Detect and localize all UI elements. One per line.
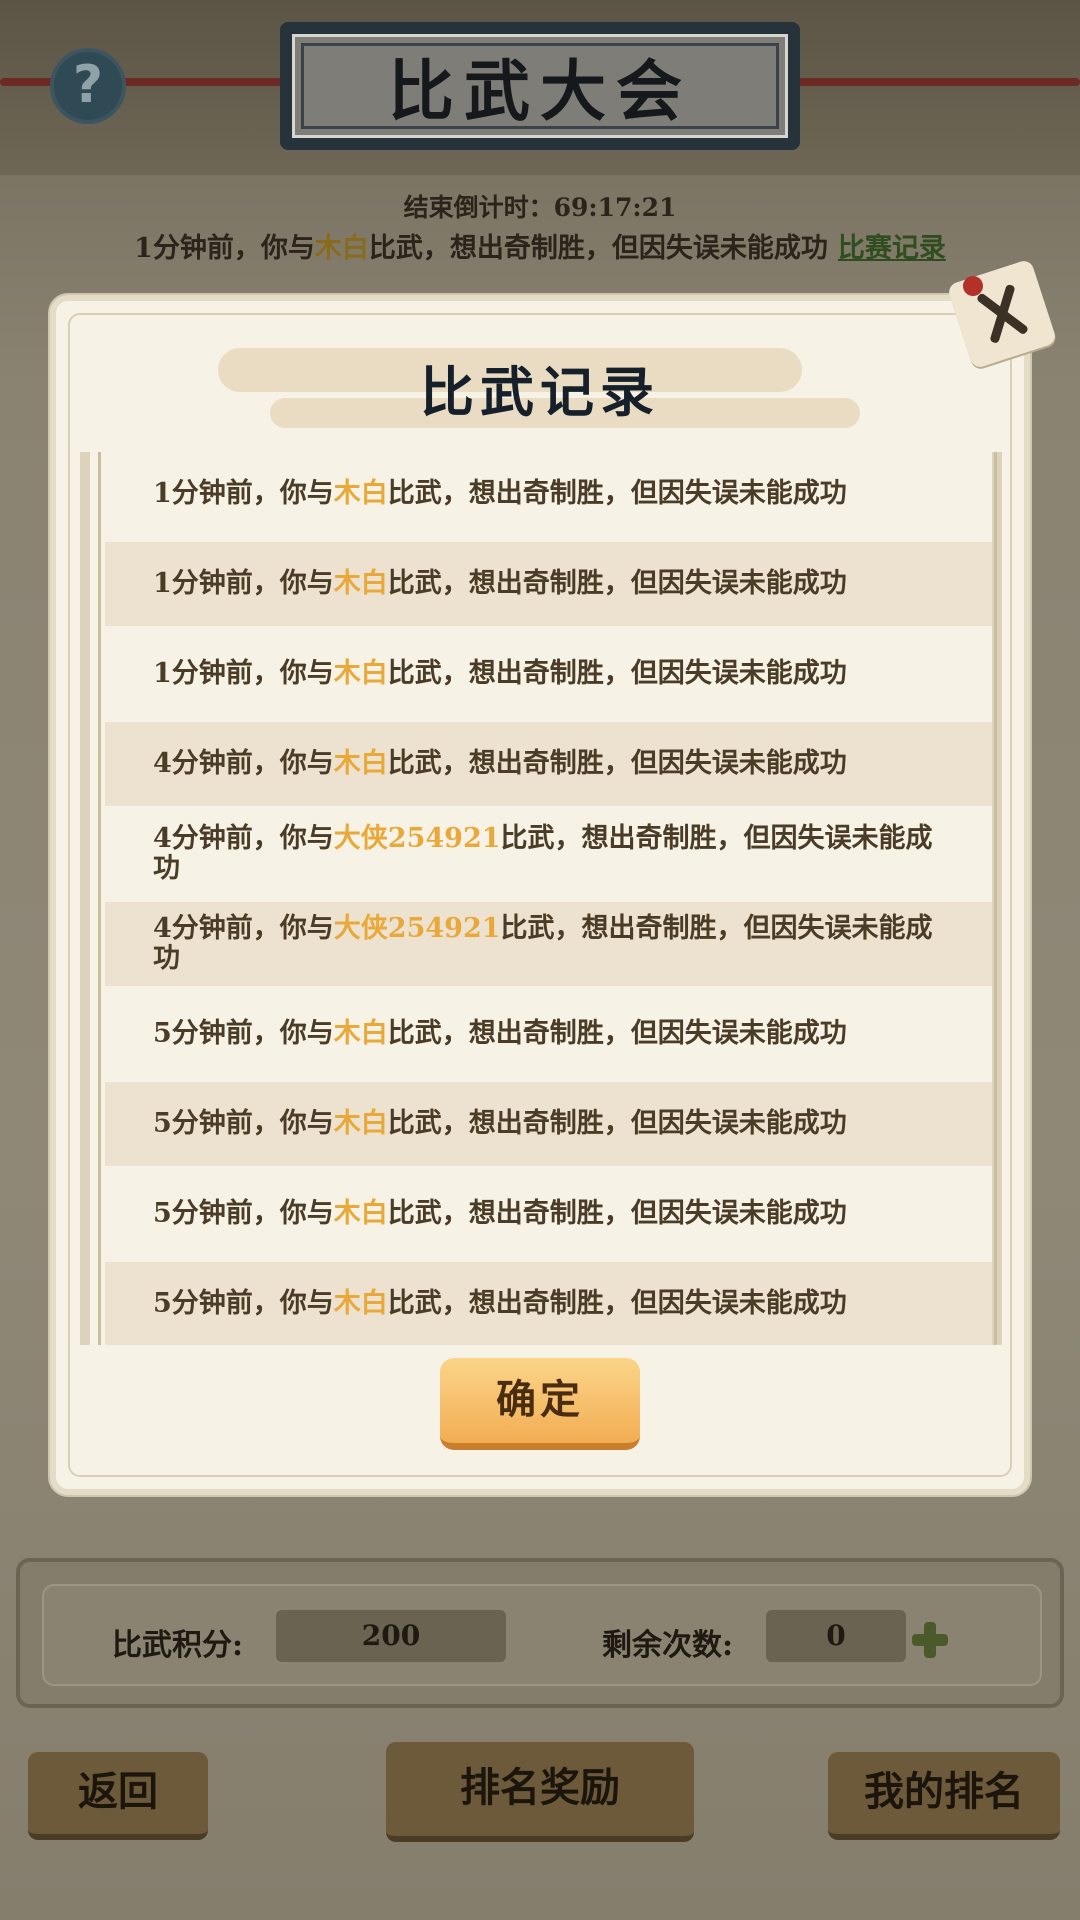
my-rank-button[interactable]: 我的排名 (828, 1752, 1060, 1840)
record-opponent-name: 大侠254921 (333, 913, 501, 944)
list-border-right (994, 452, 997, 1345)
record-time-prefix: 1分钟前，你与 (153, 568, 334, 599)
points-value: 200 (276, 1610, 506, 1662)
record-time-prefix: 4分钟前，你与 (153, 913, 334, 944)
match-record-link[interactable]: 比赛记录 (838, 233, 946, 264)
points-label: 比武积分: (112, 1628, 244, 1663)
record-outcome: 比武，想出奇制胜，但因失误未能成功 (387, 1108, 847, 1139)
record-row: 1分钟前，你与木白比武，想出奇制胜，但因失误未能成功 (105, 452, 992, 536)
record-row: 4分钟前，你与大侠254921比武，想出奇制胜，但因失误未能成功 (105, 812, 992, 896)
record-outcome: 比武，想出奇制胜，但因失误未能成功 (387, 1018, 847, 1049)
record-opponent-name: 木白 (333, 1198, 388, 1229)
record-time-prefix: 5分钟前，你与 (153, 1198, 334, 1229)
record-text: 5分钟前，你与木白比武，想出奇制胜，但因失误未能成功 (153, 1019, 847, 1049)
last-battle-prefix: 1分钟前，你与 (134, 233, 315, 264)
page-title: 比武大会 (292, 34, 788, 138)
record-outcome: 比武，想出奇制胜，但因失误未能成功 (387, 478, 847, 509)
close-pin-decoration (963, 276, 983, 296)
record-opponent-name: 木白 (333, 568, 388, 599)
record-time-prefix: 5分钟前，你与 (153, 1108, 334, 1139)
remaining-label: 剩余次数: (602, 1628, 734, 1663)
record-text: 1分钟前，你与木白比武，想出奇制胜，但因失误未能成功 (153, 659, 847, 689)
record-opponent-name: 木白 (333, 1288, 388, 1319)
record-time-prefix: 1分钟前，你与 (153, 658, 334, 689)
record-text: 5分钟前，你与木白比武，想出奇制胜，但因失误未能成功 (153, 1199, 847, 1229)
record-text: 4分钟前，你与大侠254921比武，想出奇制胜，但因失误未能成功 (153, 824, 955, 884)
record-opponent-name: 木白 (333, 748, 388, 779)
record-opponent-name: 木白 (333, 658, 388, 689)
last-battle-suffix: 比武，想出奇制胜，但因失误未能成功 (368, 233, 828, 264)
record-opponent-name: 木白 (333, 1108, 388, 1139)
last-battle-text: 1分钟前，你与木白比武，想出奇制胜，但因失误未能成功 比赛记录 (0, 226, 1080, 265)
record-text: 1分钟前，你与木白比武，想出奇制胜，但因失误未能成功 (153, 569, 847, 599)
record-outcome: 比武，想出奇制胜，但因失误未能成功 (387, 748, 847, 779)
record-opponent-name: 木白 (333, 1018, 388, 1049)
record-row: 5分钟前，你与木白比武，想出奇制胜，但因失误未能成功 (105, 1082, 992, 1166)
add-attempts-plus-icon[interactable] (910, 1620, 950, 1660)
title-plaque: 比武大会 (280, 22, 800, 150)
left-rope (0, 78, 300, 86)
record-text: 5分钟前，你与木白比武，想出奇制胜，但因失误未能成功 (153, 1289, 847, 1319)
list-border-left (98, 452, 101, 1345)
record-row: 5分钟前，你与木白比武，想出奇制胜，但因失误未能成功 (105, 1262, 992, 1345)
confirm-button[interactable]: 确定 (440, 1358, 640, 1450)
record-time-prefix: 5分钟前，你与 (153, 1288, 334, 1319)
help-icon[interactable]: ? (50, 48, 126, 124)
record-row: 4分钟前，你与木白比武，想出奇制胜，但因失误未能成功 (105, 722, 992, 806)
rank-rewards-button[interactable]: 排名奖励 (386, 1742, 694, 1842)
record-text: 5分钟前，你与木白比武，想出奇制胜，但因失误未能成功 (153, 1109, 847, 1139)
record-time-prefix: 1分钟前，你与 (153, 478, 334, 509)
last-battle-opponent: 木白 (314, 233, 369, 264)
record-opponent-name: 大侠254921 (333, 823, 501, 854)
countdown-text: 结束倒计时：69:17:21 (403, 193, 677, 222)
record-row: 5分钟前，你与木白比武，想出奇制胜，但因失误未能成功 (105, 1172, 992, 1256)
right-rope (780, 78, 1080, 86)
record-list[interactable]: 1分钟前，你与木白比武，想出奇制胜，但因失误未能成功 1分钟前，你与木白比武，想出… (80, 452, 1002, 1345)
record-text: 4分钟前，你与大侠254921比武，想出奇制胜，但因失误未能成功 (153, 914, 955, 974)
record-row: 1分钟前，你与木白比武，想出奇制胜，但因失误未能成功 (105, 632, 992, 716)
record-outcome: 比武，想出奇制胜，但因失误未能成功 (387, 1288, 847, 1319)
back-button[interactable]: 返回 (28, 1752, 208, 1840)
record-row: 1分钟前，你与木白比武，想出奇制胜，但因失误未能成功 (105, 542, 992, 626)
record-text: 4分钟前，你与木白比武，想出奇制胜，但因失误未能成功 (153, 749, 847, 779)
record-time-prefix: 4分钟前，你与 (153, 823, 334, 854)
record-opponent-name: 木白 (333, 478, 388, 509)
record-row: 5分钟前，你与木白比武，想出奇制胜，但因失误未能成功 (105, 992, 992, 1076)
record-outcome: 比武，想出奇制胜，但因失误未能成功 (387, 568, 847, 599)
record-row: 4分钟前，你与大侠254921比武，想出奇制胜，但因失误未能成功 (105, 902, 992, 986)
record-time-prefix: 4分钟前，你与 (153, 748, 334, 779)
dialog-title: 比武记录 (420, 360, 660, 424)
record-outcome: 比武，想出奇制胜，但因失误未能成功 (387, 658, 847, 689)
record-outcome: 比武，想出奇制胜，但因失误未能成功 (387, 1198, 847, 1229)
record-time-prefix: 5分钟前，你与 (153, 1018, 334, 1049)
record-text: 1分钟前，你与木白比武，想出奇制胜，但因失误未能成功 (153, 479, 847, 509)
remaining-value: 0 (766, 1610, 906, 1662)
